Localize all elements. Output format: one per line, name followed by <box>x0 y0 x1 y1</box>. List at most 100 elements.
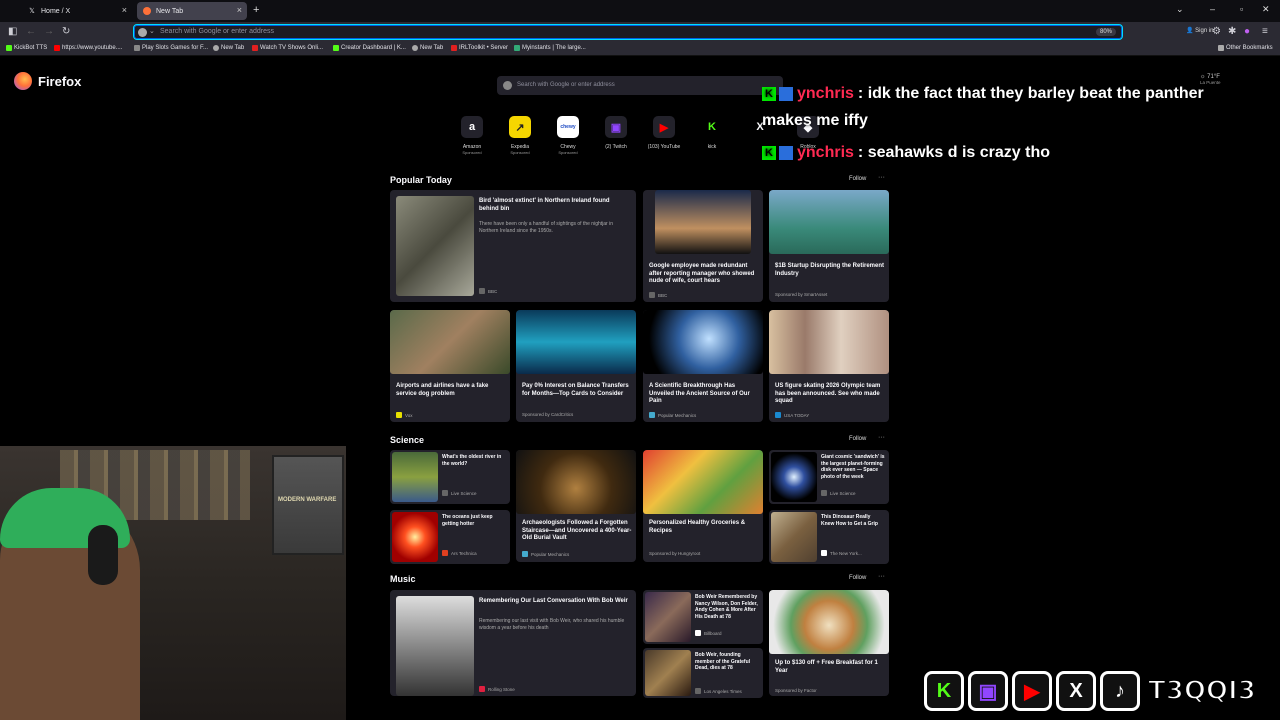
story-card[interactable]: Giant cosmic 'sandwich' is the largest p… <box>769 450 889 504</box>
amazon-icon: a <box>461 116 483 138</box>
story-card[interactable]: This Dinosaur Really Knew How to Get a G… <box>769 510 889 564</box>
story-source: Live Science <box>442 490 477 496</box>
sidebar-icon[interactable]: ◧ <box>8 26 17 37</box>
maximize-icon[interactable]: ▫ <box>1240 4 1243 14</box>
minimize-icon[interactable]: – <box>1210 4 1215 14</box>
section-title-science: Science <box>390 435 425 445</box>
bookmark-item[interactable]: KickBot TTS <box>6 45 47 51</box>
close-window-icon[interactable]: ✕ <box>1262 4 1270 15</box>
story-card[interactable]: Bob Weir, founding member of the Gratefu… <box>643 648 763 698</box>
story-title: Up to $130 off + Free Breakfast for 1 Ye… <box>775 660 878 674</box>
follow-button[interactable]: Follow <box>849 436 866 442</box>
story-card[interactable]: The oceans just keep getting hotter Ars … <box>390 510 510 564</box>
chat-message: makes me iffy <box>762 112 868 130</box>
search-box[interactable]: Search with Google or enter address <box>497 76 783 95</box>
story-title: This Dinosaur Really Knew How to Get a G… <box>821 514 878 527</box>
story-title: Pay 0% Interest on Balance Transfers for… <box>522 383 629 397</box>
story-card[interactable]: Airports and airlines have a fake servic… <box>390 310 510 422</box>
story-image <box>392 452 438 502</box>
story-source: Live Science <box>821 490 856 496</box>
story-card[interactable]: Up to $130 off + Free Breakfast for 1 Ye… <box>769 590 889 696</box>
story-image <box>771 452 817 502</box>
story-source: BBC <box>479 288 497 294</box>
bookmark-item[interactable]: Watch TV Shows Onli... <box>252 45 323 51</box>
bookmark-item[interactable]: New Tab <box>213 45 244 51</box>
shortcut-amazon[interactable]: a Amazon Sponsored <box>452 116 492 155</box>
close-tab-icon[interactable]: × <box>237 5 242 15</box>
story-card[interactable]: Personalized Healthy Groceries & Recipes… <box>643 450 763 562</box>
more-options-icon[interactable]: ··· <box>878 434 885 441</box>
bookmark-label: New Tab <box>420 45 444 51</box>
tab-home-x[interactable]: 𝕏 Home / X × <box>22 2 132 20</box>
other-bookmarks[interactable]: Other Bookmarks <box>1218 45 1273 51</box>
story-title: Bird 'almost extinct' in Northern Irelan… <box>479 198 610 212</box>
menu-icon[interactable]: ≡ <box>1262 26 1268 37</box>
chat-message: K ynchris: idk the fact that they barley… <box>762 85 1204 103</box>
story-card[interactable]: Bob Weir Remembered by Nancy Wilson, Don… <box>643 590 763 644</box>
social-badges: K ▣ ▶ X ♪ T3QQI3 <box>924 668 1274 714</box>
profile-icon[interactable]: ● <box>1244 26 1250 37</box>
source-label: BBC <box>658 292 668 298</box>
story-card[interactable]: What's the oldest river in the world? Li… <box>390 450 510 504</box>
expedia-icon: ↗ <box>509 116 531 138</box>
shortcut-expedia[interactable]: ↗ Expedia Sponsored <box>500 116 540 155</box>
story-card[interactable]: Pay 0% Interest on Balance Transfers for… <box>516 310 636 422</box>
bookmark-label: https://www.youtube.... <box>62 45 123 51</box>
chevron-down-icon[interactable]: ⌄ <box>149 27 155 35</box>
story-card[interactable]: Google employee made redundant after rep… <box>643 190 763 302</box>
story-title: Remembering Our Last Conversation With B… <box>479 598 628 604</box>
bookmark-item[interactable]: IRLToolkit • Server <box>451 45 508 51</box>
shortcut-chewy[interactable]: chewy Chewy Sponsored <box>548 116 588 155</box>
story-card[interactable]: Bird 'almost extinct' in Northern Irelan… <box>390 190 636 302</box>
story-title: Airports and airlines have a fake servic… <box>396 383 489 397</box>
poster: MODERN WARFARE <box>272 455 344 555</box>
zoom-level-button[interactable]: 80% <box>1095 28 1116 36</box>
story-card[interactable]: US figure skating 2026 Olympic team has … <box>769 310 889 422</box>
story-title: $1B Startup Disrupting the Retirement In… <box>775 263 885 277</box>
story-title: The oceans just keep getting hotter <box>442 514 493 527</box>
shortcut-twitch[interactable]: ▣ (2) Twitch <box>596 116 636 150</box>
story-source: Billboard <box>695 630 722 636</box>
bookmark-item[interactable]: Myinstants | The large... <box>514 45 586 51</box>
tiktok-icon: ♪ <box>1100 671 1140 711</box>
sign-in-button[interactable]: 👤 Sign in <box>1186 27 1214 34</box>
bookmark-item[interactable]: https://www.youtube.... <box>54 45 122 51</box>
story-card[interactable]: Remembering Our Last Conversation With B… <box>390 590 636 696</box>
story-card[interactable]: Archaeologists Followed a Forgotten Stai… <box>516 450 636 562</box>
youtube-icon: ▶ <box>653 116 675 138</box>
forward-icon[interactable]: → <box>44 26 54 37</box>
section-title-popular: Popular Today <box>390 175 452 185</box>
bookmark-item[interactable]: Play Slots Games for F... <box>134 45 208 51</box>
more-options-icon[interactable]: ··· <box>878 573 885 580</box>
source-label: Sponsored by CardCritics <box>522 412 574 417</box>
poster-text: MODERN WARFARE <box>278 497 337 503</box>
kick-badge-icon: K <box>762 146 776 160</box>
shortcut-label: kick <box>707 144 717 150</box>
chat-message: K ynchris: seahawks d is crazy tho <box>762 144 1050 162</box>
story-title: US figure skating 2026 Olympic team has … <box>775 383 881 404</box>
follow-button[interactable]: Follow <box>849 176 866 182</box>
streamer-handle: T3QQI3 <box>1147 675 1257 707</box>
shortcut-kick[interactable]: Kkick <box>692 116 732 150</box>
tab-new-tab[interactable]: New Tab × <box>137 2 247 20</box>
follow-button[interactable]: Follow <box>849 575 866 581</box>
shortcut-youtube[interactable]: ▶ (103) YouTube <box>644 116 684 150</box>
story-card[interactable]: A Scientific Breakthrough Has Unveiled t… <box>643 310 763 422</box>
puzzle-icon[interactable]: ✱ <box>1228 26 1236 37</box>
story-image <box>769 190 889 254</box>
story-title: Bob Weir, founding member of the Gratefu… <box>695 652 751 671</box>
source-label: Sponsored by SmartAsset <box>775 292 828 297</box>
story-source: Sponsored by SmartAsset <box>775 292 827 297</box>
bookmark-item[interactable]: New Tab <box>412 45 443 51</box>
bookmark-item[interactable]: Creator Dashboard | K... <box>333 45 406 51</box>
new-tab-icon[interactable]: + <box>253 4 259 16</box>
story-title: Bob Weir Remembered by Nancy Wilson, Don… <box>695 594 758 620</box>
more-options-icon[interactable]: ··· <box>878 174 885 181</box>
chevron-down-icon[interactable]: ⌄ <box>1176 4 1184 15</box>
reload-icon[interactable]: ↻ <box>62 26 70 37</box>
story-source: Los Angeles Times <box>695 688 742 694</box>
back-icon[interactable]: ← <box>26 26 36 37</box>
story-card[interactable]: $1B Startup Disrupting the Retirement In… <box>769 190 889 302</box>
address-bar[interactable]: ⌄ Search with Google or enter address 80… <box>133 24 1123 40</box>
close-tab-icon[interactable]: × <box>122 5 127 15</box>
